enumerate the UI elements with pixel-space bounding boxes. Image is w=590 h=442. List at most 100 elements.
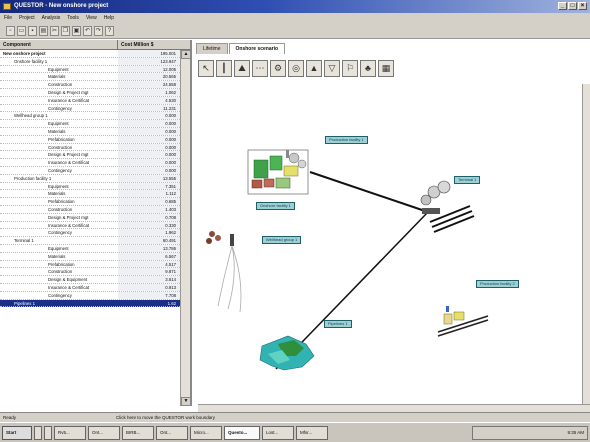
cost-tree-row[interactable]: Insurance & Certificat 0.330	[0, 221, 180, 230]
canvas-horizontal-scrollbar[interactable]	[198, 404, 590, 412]
cost-tree-row[interactable]: Design & Project mgt 0.708	[0, 213, 180, 222]
compressor-icon[interactable]: ◎	[288, 60, 304, 77]
quick-launch-desktop-icon[interactable]	[44, 425, 52, 440]
taskbar-item-4[interactable]: Ont...	[156, 425, 188, 440]
cost-tree-row[interactable]: Construction 1.403	[0, 205, 180, 214]
terminal-icon[interactable]: ⚐	[342, 60, 358, 77]
print-icon[interactable]: ▤	[39, 25, 48, 36]
cost-tree-row[interactable]: Pipelines 1 1.62	[0, 299, 180, 308]
onshore-facility-icon[interactable]	[247, 149, 309, 195]
open-folder-icon[interactable]: ▭	[17, 25, 26, 36]
cost-tree-row[interactable]: Contingency 11.231	[0, 104, 180, 113]
terminal-icon[interactable]	[420, 180, 475, 233]
start-button[interactable]: Start	[2, 425, 32, 440]
cost-tree-row[interactable]: Insurance & Certificat 0.913	[0, 283, 180, 292]
close-button[interactable]: ×	[578, 2, 587, 10]
plant-icon[interactable]: ⚙	[270, 60, 286, 77]
cost-tree-row[interactable]: Design & Equipment 3.614	[0, 276, 180, 284]
redo-icon[interactable]: ↷	[94, 25, 103, 36]
cost-tree-row[interactable]: Insurance & Certificat 4.530	[0, 96, 180, 105]
terminal-label[interactable]: Terminal 1	[454, 176, 481, 184]
cost-tree-row[interactable]: Materials 6.567	[0, 252, 180, 261]
pipeline-icon[interactable]: ⋯	[252, 60, 268, 77]
wellhead-group-icon[interactable]	[206, 231, 242, 313]
cost-tree-row[interactable]: Terminal 1 60.491	[0, 237, 180, 245]
scenario-canvas[interactable]: Production facility 1 Onshore facility 1…	[198, 84, 580, 404]
taskbar-item-1[interactable]: Rv5...	[54, 425, 86, 440]
cost-tree-row[interactable]: Construction 0.000	[0, 143, 180, 152]
reservoir-terrain-icon[interactable]	[259, 335, 315, 371]
cost-tree-row[interactable]: Prefabrication 0.000	[0, 135, 180, 144]
cost-tree-row[interactable]: Onshore facility 1 123.947	[0, 57, 180, 66]
scroll-down-arrow-icon[interactable]: ▼	[181, 397, 190, 406]
cost-tree-row[interactable]: Contingency 0.000	[0, 166, 180, 175]
copy-icon[interactable]: ❐	[61, 25, 70, 36]
cut-icon[interactable]: ✂	[50, 25, 59, 36]
left-vertical-scrollbar[interactable]: ▲ ▼	[180, 50, 190, 406]
quick-launch-ie-icon[interactable]	[34, 425, 42, 440]
wellhead-label[interactable]: Wellhead group 1	[262, 236, 302, 244]
taskbar-item-7[interactable]: Lost...	[262, 425, 294, 440]
cost-tree-row-value: 4.530	[118, 96, 180, 104]
pipelines-label[interactable]: Pipelines 1	[324, 320, 352, 328]
taskbar-item-questor[interactable]: Questo...	[224, 425, 260, 440]
cost-tree-row[interactable]: Construction 9.871	[0, 268, 180, 277]
taskbar-item-5[interactable]: Micro...	[190, 425, 222, 440]
terrain-icon[interactable]: ⛰	[234, 60, 250, 77]
tab-lifetime[interactable]: Lifetime	[196, 43, 228, 54]
taskbar-item-3[interactable]: BIRB...	[122, 425, 154, 440]
minimize-button[interactable]: _	[558, 2, 567, 10]
cost-tree-row-value: 3.614	[118, 276, 180, 283]
cost-tree-row[interactable]: Contingency 7.708	[0, 291, 180, 300]
platform-icon[interactable]: ▲	[306, 60, 322, 77]
cost-tree-row[interactable]: Materials 1.112	[0, 190, 180, 199]
undo-icon[interactable]: ↶	[83, 25, 92, 36]
menu-help[interactable]: Help	[104, 13, 114, 23]
cost-tree-row[interactable]: Design & Project mgt 0.000	[0, 151, 180, 160]
menu-file[interactable]: File	[4, 13, 12, 23]
production-facility-label[interactable]: Production facility 1	[325, 136, 368, 144]
scroll-up-arrow-icon[interactable]: ▲	[181, 50, 190, 59]
cost-tree-row[interactable]: Design & Project mgt 1.062	[0, 88, 180, 97]
cost-tree-row[interactable]: Equipment 12.005	[0, 65, 180, 74]
cost-tree-row[interactable]: Materials 20.565	[0, 73, 180, 82]
wellhead-icon[interactable]: ┃	[216, 60, 232, 77]
cost-tree-row[interactable]: New onshore project 195.001	[0, 50, 180, 58]
menu-project[interactable]: Project	[19, 13, 35, 23]
cost-tree-row[interactable]: Prefabrication 0.685	[0, 198, 180, 206]
menu-tools[interactable]: Tools	[67, 13, 79, 23]
paste-icon[interactable]: ▣	[72, 25, 81, 36]
cost-tree-row[interactable]: Materials 0.000	[0, 127, 180, 136]
menu-analysis[interactable]: Analysis	[42, 13, 61, 23]
production-facility-2-icon[interactable]	[437, 306, 489, 337]
cost-tree-row[interactable]: Construction 24.558	[0, 81, 180, 89]
select-tool-icon[interactable]: ↖	[198, 60, 214, 77]
cost-column-header[interactable]: Cost Million $	[118, 40, 180, 49]
cost-tree-row[interactable]: Equipment 0.000	[0, 120, 180, 128]
cost-tree-row[interactable]: Equipment 13.786	[0, 244, 180, 253]
production-facility-2-label[interactable]: Production facility 2	[476, 280, 519, 288]
cost-tree-row[interactable]: Production facility 1 13.555	[0, 174, 180, 183]
taskbar-item-8[interactable]: Mfsr...	[296, 425, 328, 440]
taskbar-item-2[interactable]: Ont...	[88, 425, 120, 440]
map-icon[interactable]: ▦	[378, 60, 394, 77]
new-file-icon[interactable]: ▫	[6, 25, 15, 36]
tab-onshore-scenario[interactable]: Onshore scenario	[228, 43, 286, 54]
cost-tree-row[interactable]: Insurance & Certificat 0.000	[0, 159, 180, 167]
cost-tree-row[interactable]: Contingency 1.962	[0, 229, 180, 238]
maximize-button[interactable]: □	[568, 2, 577, 10]
tray-clock[interactable]: 9:35 AM	[567, 430, 584, 435]
cost-tree-row[interactable]: Wellhead group 1 0.000	[0, 112, 180, 121]
save-icon[interactable]: ▪	[28, 25, 37, 36]
pipeline-link-1[interactable]	[309, 171, 429, 213]
canvas-vertical-scrollbar[interactable]	[582, 84, 590, 404]
cost-tree-row-value: 13.786	[118, 244, 180, 252]
component-column-header[interactable]: Component	[0, 40, 118, 49]
cost-tree-row[interactable]: Prefabrication 4.517	[0, 260, 180, 269]
landscape-icon[interactable]: ♣	[360, 60, 376, 77]
tank-icon[interactable]: ▽	[324, 60, 340, 77]
cost-tree-row[interactable]: Equipment 7.351	[0, 182, 180, 191]
onshore-facility-label[interactable]: Onshore facility 1	[256, 202, 295, 210]
menu-view[interactable]: View	[86, 13, 97, 23]
help-icon[interactable]: ?	[105, 25, 114, 36]
